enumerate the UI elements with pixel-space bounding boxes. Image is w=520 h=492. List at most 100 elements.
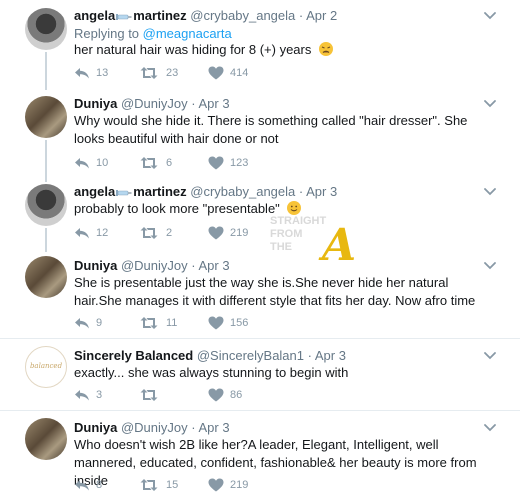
syringe-emoji xyxy=(116,12,132,22)
retweet-count: 11 xyxy=(166,317,178,329)
like-count: 123 xyxy=(230,157,249,169)
tweet-text: her natural hair was hiding for 8 (+) ye… xyxy=(74,41,494,59)
tweet-header: Duniya @DuniyJoy · Apr 3 xyxy=(74,420,230,435)
heart-icon xyxy=(208,388,224,402)
reply-count: 9 xyxy=(96,317,103,329)
like-count: 86 xyxy=(230,389,243,401)
tweet[interactable]: balanced Sincerely Balanced @SincerelyBa… xyxy=(0,342,520,412)
tweet[interactable]: angela martinez @crybaby_angela · Apr 2 R… xyxy=(0,0,520,92)
tweet-date[interactable]: · Apr 3 xyxy=(308,348,346,363)
syringe-emoji xyxy=(116,188,132,198)
mention-link[interactable]: @meagnacarta xyxy=(143,26,232,41)
reply-icon xyxy=(74,156,90,170)
retweet-icon xyxy=(140,156,158,170)
tweet-text: exactly... she was always stunning to be… xyxy=(74,365,349,380)
avatar[interactable]: balanced xyxy=(25,346,67,388)
retweet-count: 6 xyxy=(166,157,173,169)
heart-icon xyxy=(208,478,224,492)
heart-icon xyxy=(208,156,224,170)
tweet-date[interactable]: · Apr 2 xyxy=(299,8,337,23)
tweet[interactable]: Duniya @DuniyJoy · Apr 3 Who doesn't wis… xyxy=(0,414,520,492)
tweet-date[interactable]: · Apr 3 xyxy=(191,96,229,111)
display-name[interactable]: Duniya xyxy=(74,420,117,435)
user-handle[interactable]: @DuniyJoy xyxy=(121,420,188,435)
display-name[interactable]: Duniya xyxy=(74,96,117,111)
chevron-down-icon[interactable] xyxy=(484,188,496,196)
tweet-text: Who doesn't wish 2B like her?A leader, E… xyxy=(74,437,477,488)
chevron-down-icon[interactable] xyxy=(484,100,496,108)
tweet-text-body: her natural hair was hiding for 8 (+) ye… xyxy=(74,42,312,57)
reply-icon xyxy=(74,316,90,330)
user-handle[interactable]: @crybaby_angela xyxy=(190,8,295,23)
like-count: 156 xyxy=(230,317,249,329)
tweet-header: Sincerely Balanced @SincerelyBalan1 · Ap… xyxy=(74,348,346,363)
tweet[interactable]: Duniya @DuniyJoy · Apr 3 Why would she h… xyxy=(0,92,520,182)
weary-face-emoji xyxy=(319,42,333,56)
user-handle[interactable]: @DuniyJoy xyxy=(121,96,188,111)
thread-connector xyxy=(45,228,47,252)
reply-icon xyxy=(74,66,90,80)
watermark-line3: THE xyxy=(270,241,292,253)
retweet-icon xyxy=(140,388,158,402)
chevron-down-icon[interactable] xyxy=(484,352,496,360)
watermark-line1: STRAIGHT xyxy=(270,215,327,227)
retweet-count: 15 xyxy=(166,479,179,491)
heart-icon xyxy=(208,226,224,240)
tweet-text: Why would she hide it. There is somethin… xyxy=(74,113,468,146)
display-name[interactable]: Duniya xyxy=(74,258,117,273)
like-count: 219 xyxy=(230,479,249,491)
replying-to-label: Replying to xyxy=(74,26,143,41)
reply-icon xyxy=(74,478,90,492)
user-handle[interactable]: @crybaby_angela xyxy=(190,184,295,199)
watermark-line2: FROM xyxy=(270,228,302,240)
reply-count: 13 xyxy=(96,67,109,79)
retweet-count: 2 xyxy=(166,227,173,239)
avatar[interactable] xyxy=(25,96,67,138)
tweet-header: Duniya @DuniyJoy · Apr 3 xyxy=(74,258,230,273)
reply-icon xyxy=(74,226,90,240)
display-name-part[interactable]: martinez xyxy=(133,184,186,199)
avatar-logo-text: balanced xyxy=(29,362,63,370)
retweet-count: 23 xyxy=(166,67,179,79)
thread-connector xyxy=(45,140,47,182)
watermark-letter: A xyxy=(318,220,356,270)
tweet-divider xyxy=(0,338,520,339)
display-name[interactable]: angela xyxy=(74,184,115,199)
reply-count: 12 xyxy=(96,227,109,239)
user-handle[interactable]: @SincerelyBalan1 xyxy=(197,348,304,363)
chevron-down-icon[interactable] xyxy=(484,12,496,20)
avatar[interactable] xyxy=(25,418,67,460)
like-count: 414 xyxy=(230,67,249,79)
replying-to: Replying to @meagnacarta xyxy=(74,26,232,41)
reply-count: 3 xyxy=(96,389,103,401)
retweet-icon xyxy=(140,316,158,330)
display-name[interactable]: angela xyxy=(74,8,115,23)
reply-count: 10 xyxy=(96,157,109,169)
avatar[interactable] xyxy=(25,184,67,226)
tweet-header: angela martinez @crybaby_angela · Apr 3 xyxy=(74,184,337,199)
reply-icon xyxy=(74,388,90,402)
heart-icon xyxy=(208,66,224,80)
user-handle[interactable]: @DuniyJoy xyxy=(121,258,188,273)
tweet-date[interactable]: · Apr 3 xyxy=(299,184,337,199)
reply-count: 8 xyxy=(96,479,103,491)
display-name[interactable]: Sincerely Balanced xyxy=(74,348,193,363)
tweet-header: angela martinez @crybaby_angela · Apr 2 xyxy=(74,8,337,23)
retweet-icon xyxy=(140,66,158,80)
retweet-icon xyxy=(140,478,158,492)
tweet-text: She is presentable just the way she is.S… xyxy=(74,275,476,308)
avatar[interactable] xyxy=(25,8,67,50)
tweet-date[interactable]: · Apr 3 xyxy=(191,258,229,273)
thread-connector xyxy=(45,52,47,90)
heart-icon xyxy=(208,316,224,330)
tweet-divider xyxy=(0,410,520,411)
display-name-part[interactable]: martinez xyxy=(133,8,186,23)
tweet-date[interactable]: · Apr 3 xyxy=(191,420,229,435)
chevron-down-icon[interactable] xyxy=(484,262,496,270)
chevron-down-icon[interactable] xyxy=(484,424,496,432)
tweet-header: Duniya @DuniyJoy · Apr 3 xyxy=(74,96,230,111)
avatar[interactable] xyxy=(25,256,67,298)
retweet-icon xyxy=(140,226,158,240)
tweet-thread: angela martinez @crybaby_angela · Apr 2 R… xyxy=(0,0,520,492)
watermark-logo: STRAIGHT FROM THE A xyxy=(270,215,356,270)
